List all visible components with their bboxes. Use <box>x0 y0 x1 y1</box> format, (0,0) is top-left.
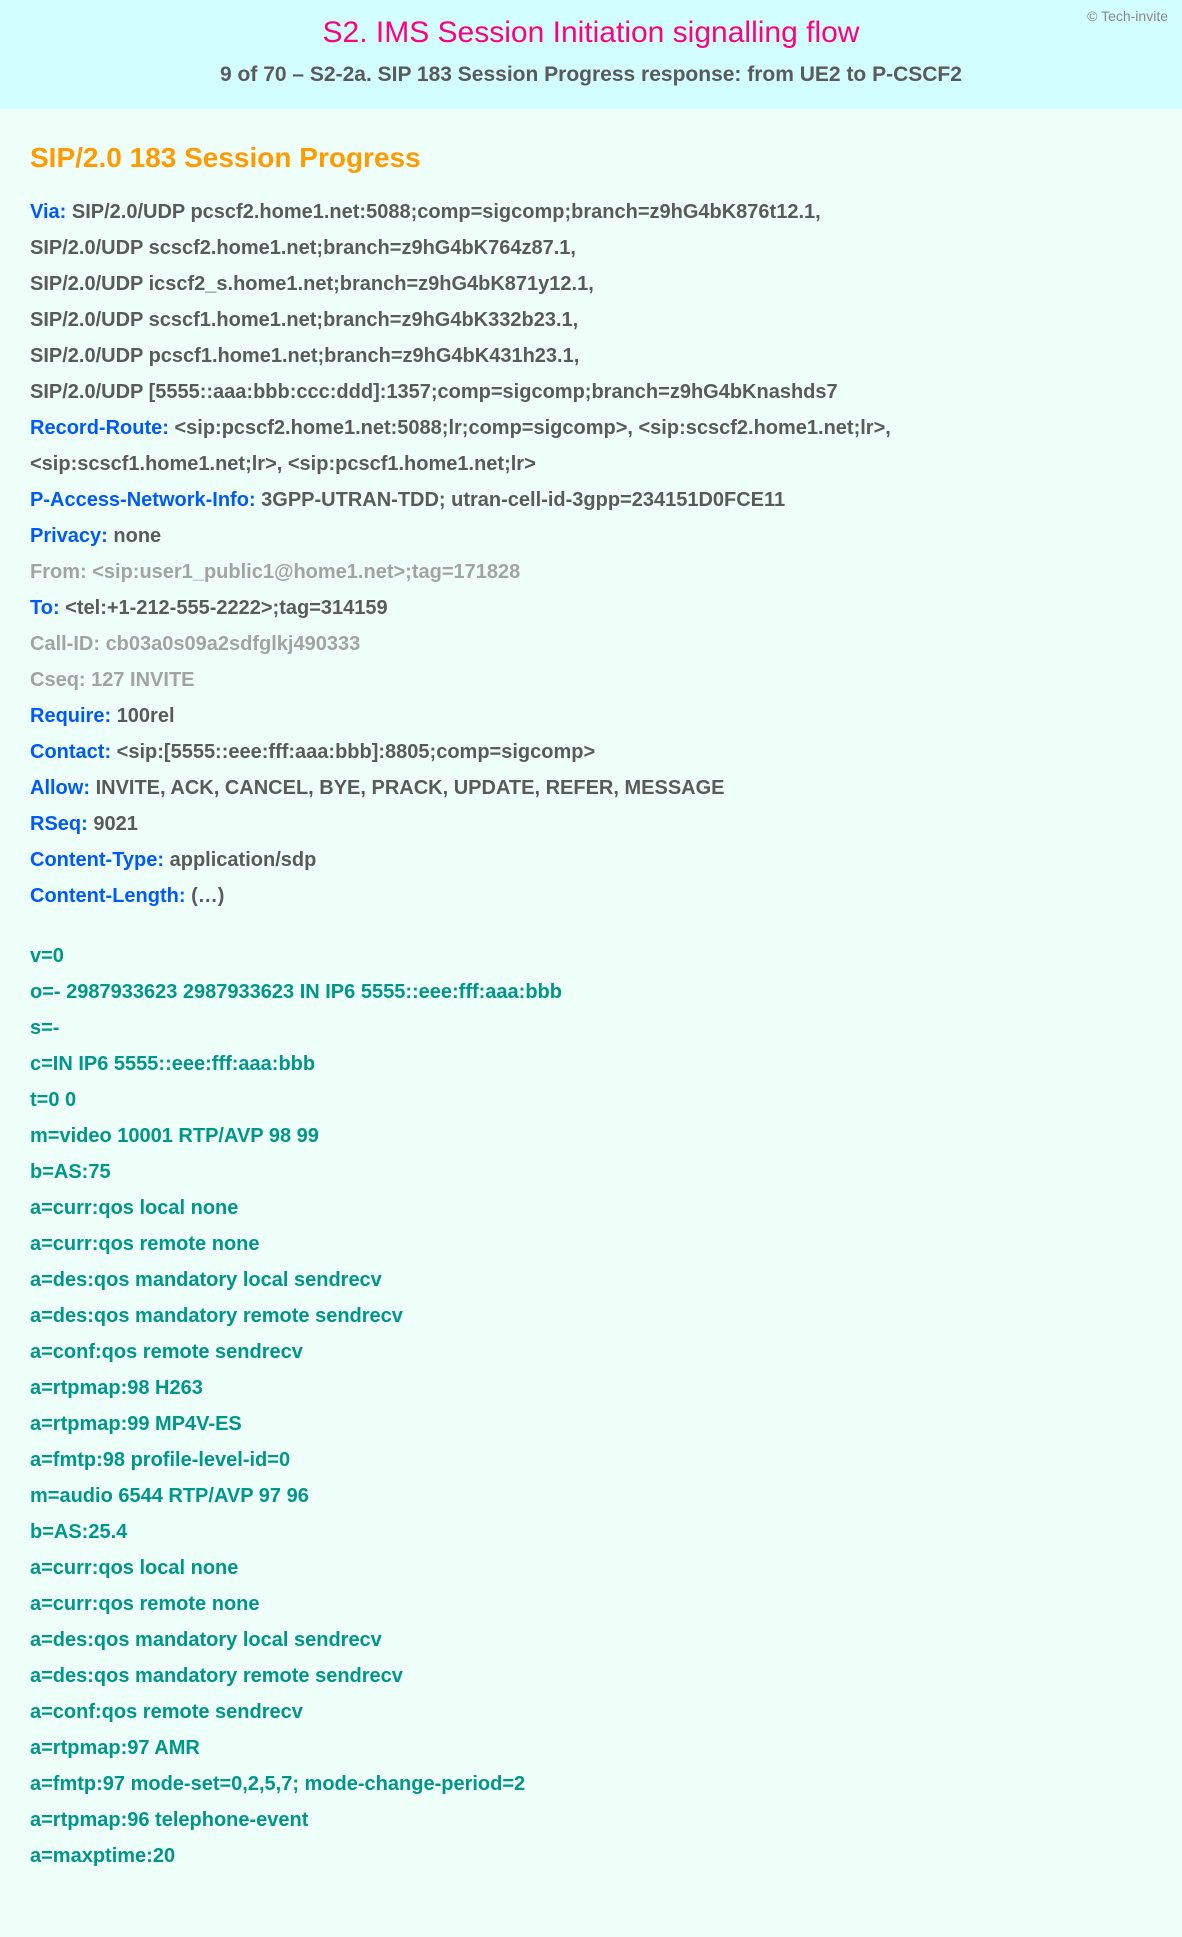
sip-header-require: Require: 100rel <box>30 701 1152 731</box>
sip-header-record-route: Record-Route: <sip:pcscf2.home1.net:5088… <box>30 413 1152 443</box>
sip-header-value: SIP/2.0/UDP pcscf2.home1.net:5088;comp=s… <box>72 201 821 223</box>
sdp-line: a=des:qos mandatory local sendrecv <box>30 1625 1152 1655</box>
sdp-line: c=IN IP6 5555::eee:fff:aaa:bbb <box>30 1049 1152 1079</box>
page-title: S2. IMS Session Initiation signalling fl… <box>0 10 1182 55</box>
sip-header-value: 100rel <box>117 705 175 727</box>
sip-header-name: Require <box>30 705 104 727</box>
sip-header-value: (…) <box>191 885 224 907</box>
message-body: SIP/2.0 183 Session Progress Via: SIP/2.… <box>0 109 1182 1937</box>
sdp-line: a=curr:qos remote none <box>30 1229 1152 1259</box>
sdp-line: a=rtpmap:99 MP4V-ES <box>30 1409 1152 1439</box>
sdp-line: a=des:qos mandatory remote sendrecv <box>30 1661 1152 1691</box>
sip-header-via-cont: SIP/2.0/UDP scscf2.home1.net;branch=z9hG… <box>30 233 1152 263</box>
sip-header-name: Call-ID <box>30 633 93 655</box>
sip-header-value: <tel:+1-212-555-2222>;tag=314159 <box>65 597 387 619</box>
sip-header-name: RSeq <box>30 813 81 835</box>
sip-header-name: Privacy <box>30 525 101 547</box>
page-subtitle: 9 of 70 – S2-2a. SIP 183 Session Progres… <box>0 59 1182 91</box>
sdp-line: a=conf:qos remote sendrecv <box>30 1697 1152 1727</box>
sip-header-value: none <box>113 525 161 547</box>
sip-header-name: Via <box>30 201 60 223</box>
sip-header-cseq: Cseq: 127 INVITE <box>30 665 1152 695</box>
sdp-line: a=curr:qos local none <box>30 1553 1152 1583</box>
sdp-line: a=curr:qos local none <box>30 1193 1152 1223</box>
sip-header-via-cont: SIP/2.0/UDP pcscf1.home1.net;branch=z9hG… <box>30 341 1152 371</box>
sdp-line: a=rtpmap:97 AMR <box>30 1733 1152 1763</box>
sdp-line: a=fmtp:98 profile-level-id=0 <box>30 1445 1152 1475</box>
sip-header-value: 9021 <box>93 813 138 835</box>
sdp-line: a=maxptime:20 <box>30 1841 1152 1871</box>
sip-header-value: <sip:pcscf2.home1.net:5088;lr;comp=sigco… <box>174 417 890 439</box>
sip-header-name: From <box>30 561 80 583</box>
sip-header-name: To <box>30 597 53 619</box>
sdp-line: a=des:qos mandatory local sendrecv <box>30 1265 1152 1295</box>
sip-header-value: 127 INVITE <box>91 669 194 691</box>
sdp-line: o=- 2987933623 2987933623 IN IP6 5555::e… <box>30 977 1152 1007</box>
sip-header-record-route-cont: <sip:scscf1.home1.net;lr>, <sip:pcscf1.h… <box>30 449 1152 479</box>
sip-header-name: Content-Type <box>30 849 157 871</box>
sip-header-allow: Allow: INVITE, ACK, CANCEL, BYE, PRACK, … <box>30 773 1152 803</box>
sdp-body: v=0 o=- 2987933623 2987933623 IN IP6 5555… <box>30 941 1152 1871</box>
sdp-line: b=AS:25.4 <box>30 1517 1152 1547</box>
sip-header-via: Via: SIP/2.0/UDP pcscf2.home1.net:5088;c… <box>30 197 1152 227</box>
sip-header-name: Record-Route <box>30 417 162 439</box>
sdp-line: m=audio 6544 RTP/AVP 97 96 <box>30 1481 1152 1511</box>
sip-header-name: Content-Length <box>30 885 179 907</box>
sip-header-name: Contact <box>30 741 104 763</box>
sip-header-pani: P-Access-Network-Info: 3GPP-UTRAN-TDD; u… <box>30 485 1152 515</box>
sip-header-from: From: <sip:user1_public1@home1.net>;tag=… <box>30 557 1152 587</box>
copyright-text: © Tech-invite <box>1087 6 1168 27</box>
sip-header-value: <sip:user1_public1@home1.net>;tag=171828 <box>92 561 520 583</box>
sdp-line: t=0 0 <box>30 1085 1152 1115</box>
sdp-line: a=rtpmap:96 telephone-event <box>30 1805 1152 1835</box>
sip-header-name: Cseq <box>30 669 79 691</box>
sip-header-value: application/sdp <box>170 849 317 871</box>
sdp-line: a=fmtp:97 mode-set=0,2,5,7; mode-change-… <box>30 1769 1152 1799</box>
sip-header-privacy: Privacy: none <box>30 521 1152 551</box>
sip-header-value: INVITE, ACK, CANCEL, BYE, PRACK, UPDATE,… <box>96 777 725 799</box>
sdp-line: a=rtpmap:98 H263 <box>30 1373 1152 1403</box>
sip-header-name: Allow <box>30 777 83 799</box>
sip-header-rseq: RSeq: 9021 <box>30 809 1152 839</box>
sdp-line: m=video 10001 RTP/AVP 98 99 <box>30 1121 1152 1151</box>
sip-header-value: <sip:[5555::eee:fff:aaa:bbb]:8805;comp=s… <box>117 741 595 763</box>
sdp-line: s=- <box>30 1013 1152 1043</box>
sip-header-via-cont: SIP/2.0/UDP [5555::aaa:bbb:ccc:ddd]:1357… <box>30 377 1152 407</box>
sip-header-via-cont: SIP/2.0/UDP icscf2_s.home1.net;branch=z9… <box>30 269 1152 299</box>
sdp-line: v=0 <box>30 941 1152 971</box>
page-header: © Tech-invite S2. IMS Session Initiation… <box>0 0 1182 109</box>
sip-header-value: cb03a0s09a2sdfglkj490333 <box>106 633 361 655</box>
sip-header-to: To: <tel:+1-212-555-2222>;tag=314159 <box>30 593 1152 623</box>
sdp-line: a=conf:qos remote sendrecv <box>30 1337 1152 1367</box>
sip-header-content-type: Content-Type: application/sdp <box>30 845 1152 875</box>
sip-header-content-length: Content-Length: (…) <box>30 881 1152 911</box>
sip-header-contact: Contact: <sip:[5555::eee:fff:aaa:bbb]:88… <box>30 737 1152 767</box>
sdp-line: a=curr:qos remote none <box>30 1589 1152 1619</box>
sip-header-name: P-Access-Network-Info <box>30 489 249 511</box>
sdp-line: a=des:qos mandatory remote sendrecv <box>30 1301 1152 1331</box>
sip-header-call-id: Call-ID: cb03a0s09a2sdfglkj490333 <box>30 629 1152 659</box>
sip-header-value: 3GPP-UTRAN-TDD; utran-cell-id-3gpp=23415… <box>261 489 785 511</box>
sip-status-line: SIP/2.0 183 Session Progress <box>30 137 1152 179</box>
sdp-line: b=AS:75 <box>30 1157 1152 1187</box>
sip-header-via-cont: SIP/2.0/UDP scscf1.home1.net;branch=z9hG… <box>30 305 1152 335</box>
